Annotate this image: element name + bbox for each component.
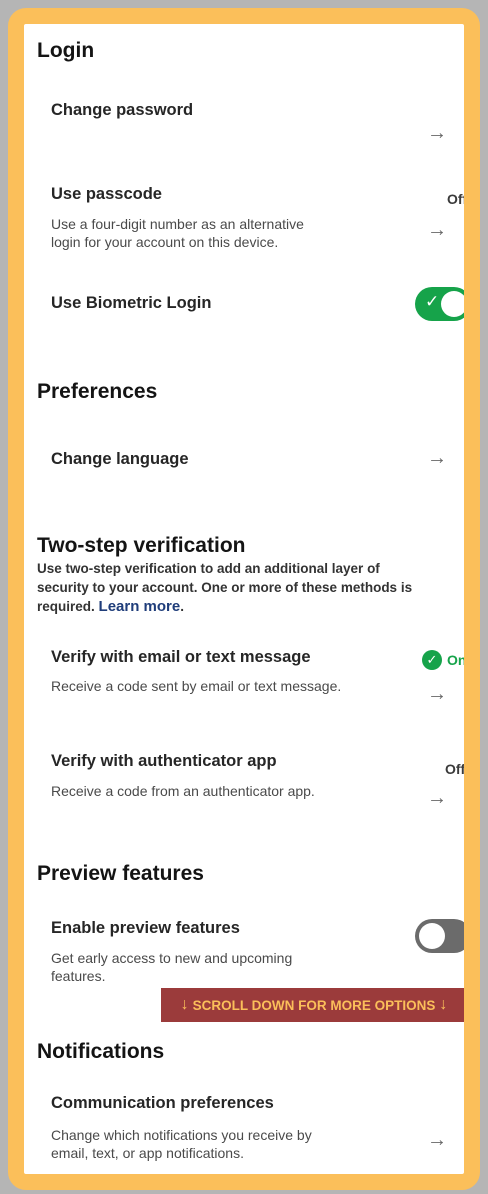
change-password-label: Change password [51, 101, 194, 119]
change-password-row[interactable]: Change password → [24, 86, 464, 154]
check-circle-icon: ✓ [422, 650, 442, 670]
learn-more-period: . [180, 599, 184, 614]
toggle-knob [419, 923, 445, 949]
biometric-label: Use Biometric Login [51, 294, 212, 312]
banner-text: SCROLL DOWN FOR MORE OPTIONS [192, 997, 436, 1013]
section-title-preferences: Preferences [37, 380, 158, 403]
passcode-description-2: login for your account on this device. [51, 234, 279, 250]
arrow-right-icon: → [427, 683, 447, 705]
section-title-preview: Preview features [37, 862, 204, 885]
communication-preferences-row[interactable]: Communication preferences Change which n… [24, 1084, 464, 1174]
verify-email-status: ✓ On [422, 650, 467, 670]
change-language-row[interactable]: Change language → [24, 434, 464, 490]
passcode-status: Off [447, 191, 468, 207]
use-passcode-row[interactable]: Use passcode Off Use a four-digit number… [24, 172, 464, 268]
verify-email-description: Receive a code sent by email or text mes… [51, 678, 342, 694]
section-title-login: Login [37, 39, 95, 62]
authenticator-status: Off [445, 761, 466, 777]
arrow-down-icon: ↓ [180, 996, 189, 1013]
verify-email-row[interactable]: Verify with email or text message ✓ On R… [24, 636, 464, 716]
communication-description-1: Change which notifications you receive b… [51, 1127, 312, 1143]
verify-email-status-text: On [447, 652, 467, 668]
verify-authenticator-description: Receive a code from an authenticator app… [51, 783, 315, 799]
use-passcode-label: Use passcode [51, 185, 162, 203]
passcode-description-1: Use a four-digit number as an alternativ… [51, 216, 304, 232]
arrow-down-icon: ↓ [439, 996, 448, 1013]
section-title-notifications: Notifications [37, 1040, 165, 1063]
section-title-two-step: Two-step verification [37, 534, 246, 557]
two-step-intro-required: required. [37, 599, 95, 614]
verify-authenticator-row[interactable]: Verify with authenticator app Off Receiv… [24, 742, 464, 822]
communication-description-2: email, text, or app notifications. [51, 1145, 244, 1161]
settings-screen: Login Change password → Use passcode Off… [24, 24, 464, 1174]
arrow-right-icon: → [427, 122, 447, 144]
checkmark-icon: ✓ [425, 292, 440, 311]
preview-description-1: Get early access to new and upcoming [51, 950, 293, 966]
verify-email-label: Verify with email or text message [51, 648, 311, 666]
verify-authenticator-label: Verify with authenticator app [51, 752, 277, 770]
learn-more-link[interactable]: Learn more [99, 598, 181, 615]
communication-label: Communication preferences [51, 1094, 274, 1112]
two-step-intro-3: required. Learn more. [37, 598, 184, 616]
arrow-right-icon: → [427, 1129, 447, 1151]
preview-toggle[interactable] [415, 919, 464, 953]
two-step-intro-1: Use two-step verification to add an addi… [37, 561, 380, 576]
enable-preview-label: Enable preview features [51, 919, 240, 937]
phone-frame: Login Change password → Use passcode Off… [8, 8, 480, 1190]
toggle-knob [441, 291, 464, 317]
arrow-right-icon: → [427, 787, 447, 809]
arrow-right-icon: → [427, 219, 447, 241]
biometric-toggle[interactable]: ✓ [415, 287, 464, 321]
two-step-intro-2: security to your account. One or more of… [37, 580, 413, 595]
change-language-label: Change language [51, 450, 189, 468]
preview-description-2: features. [51, 968, 106, 984]
arrow-right-icon: → [427, 447, 447, 469]
scroll-down-banner: ↓ SCROLL DOWN FOR MORE OPTIONS ↓ [161, 988, 464, 1022]
